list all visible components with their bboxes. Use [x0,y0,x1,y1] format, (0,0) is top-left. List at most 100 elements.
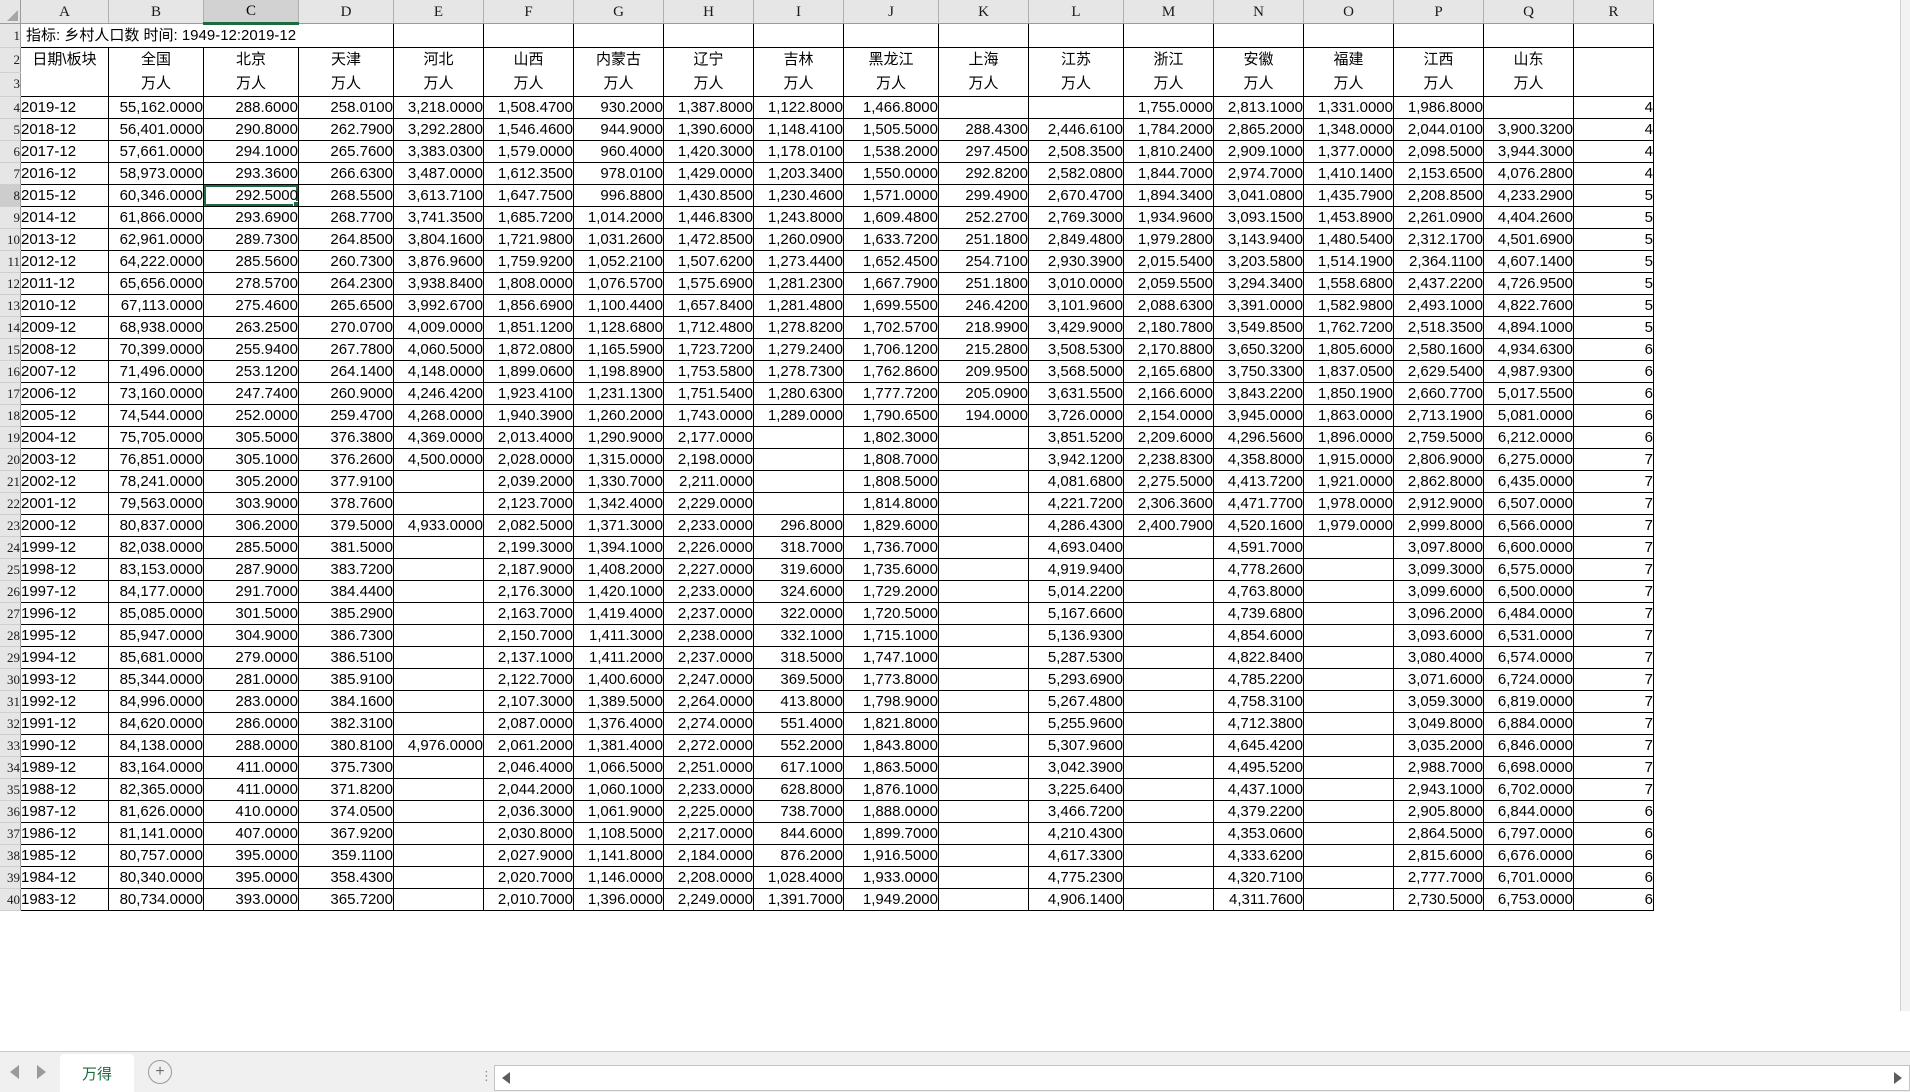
row-header-9[interactable]: 9 [0,206,21,229]
table-cell[interactable]: 3,741.3500 [393,206,484,229]
header-province-cell[interactable]: 全国 [108,47,204,72]
table-cell[interactable]: 6 [1573,382,1654,405]
table-cell[interactable]: 5,255.9600 [1028,712,1124,735]
table-cell[interactable]: 2,777.7000 [1393,866,1484,889]
table-cell[interactable]: 1,753.5800 [663,360,754,383]
table-cell[interactable]: 3,650.3200 [1213,338,1304,361]
table-cell[interactable]: 6,566.0000 [1483,514,1574,537]
table-cell[interactable]: 2,865.2000 [1213,118,1304,141]
table-cell[interactable]: 1995-12 [20,624,109,647]
table-row[interactable]: 12 2011-12 65,656.0000 278.5700 264.2300 3,93… [0,272,1654,295]
table-cell[interactable]: 6,753.0000 [1483,888,1574,911]
table-cell[interactable] [393,712,484,735]
table-cell[interactable]: 3,938.8400 [393,272,484,295]
table-cell[interactable]: 2,912.9000 [1393,492,1484,515]
table-cell[interactable]: 1,743.0000 [663,404,754,427]
table-cell[interactable]: 1,850.1900 [1303,382,1394,405]
table-cell[interactable]: 1,290.9000 [573,426,664,449]
table-cell[interactable] [393,558,484,581]
table-cell[interactable]: 6,797.0000 [1483,822,1574,845]
table-cell[interactable]: 1,986.8000 [1393,96,1484,119]
column-header-b[interactable]: B [108,0,204,24]
table-cell[interactable]: 6,484.0000 [1483,602,1574,625]
table-cell[interactable]: 6,574.0000 [1483,646,1574,669]
row-header-17[interactable]: 17 [0,382,21,405]
table-cell[interactable]: 1,031.2600 [573,228,664,251]
table-cell[interactable]: 2,015.5400 [1123,250,1214,273]
table-cell[interactable] [938,426,1029,449]
header-unit-cell[interactable]: 万人 [1213,72,1304,97]
empty-cell[interactable] [1123,23,1214,48]
table-cell[interactable]: 4,822.8400 [1213,646,1304,669]
table-cell[interactable]: 299.4900 [938,184,1029,207]
table-cell[interactable] [938,734,1029,757]
table-cell[interactable]: 365.7200 [298,888,394,911]
table-cell[interactable]: 3,726.0000 [1028,404,1124,427]
table-cell[interactable]: 294.1000 [203,140,299,163]
table-cell[interactable]: 80,340.0000 [108,866,204,889]
table-cell[interactable]: 2,580.1600 [1393,338,1484,361]
table-cell[interactable]: 57,661.0000 [108,140,204,163]
table-cell[interactable]: 3,049.8000 [1393,712,1484,735]
table-cell[interactable]: 75,705.0000 [108,426,204,449]
table-cell[interactable]: 2,199.3000 [483,536,574,559]
table-cell[interactable]: 1,633.7200 [843,228,939,251]
table-cell[interactable]: 1,165.5900 [573,338,664,361]
empty-cell[interactable] [938,23,1029,48]
table-cell[interactable]: 1,178.0100 [753,140,844,163]
table-cell[interactable] [938,646,1029,669]
table-cell[interactable]: 2,044.2000 [483,778,574,801]
table-cell[interactable]: 279.0000 [203,646,299,669]
table-cell[interactable]: 2,582.0800 [1028,162,1124,185]
table-cell[interactable]: 2004-12 [20,426,109,449]
table-cell[interactable]: 3,851.5200 [1028,426,1124,449]
table-cell[interactable]: 6,844.0000 [1483,800,1574,823]
table-cell[interactable]: 393.0000 [203,888,299,911]
table-cell[interactable]: 4,501.6900 [1483,228,1574,251]
table-cell[interactable] [1303,536,1394,559]
horizontal-scrollbar[interactable]: ⋮ [480,1065,1910,1091]
table-cell[interactable] [938,448,1029,471]
table-cell[interactable]: 264.2300 [298,272,394,295]
table-cell[interactable]: 81,626.0000 [108,800,204,823]
table-cell[interactable]: 4,076.2800 [1483,162,1574,185]
table-cell[interactable]: 1,466.8000 [843,96,939,119]
table-cell[interactable]: 1,715.1000 [843,624,939,647]
table-cell[interactable]: 4 [1573,162,1654,185]
table-cell[interactable]: 260.9000 [298,382,394,405]
table-cell[interactable]: 1,508.4700 [483,96,574,119]
table-cell[interactable]: 3,035.2000 [1393,734,1484,757]
row-header-29[interactable]: 29 [0,646,21,669]
column-header-q[interactable]: Q [1483,0,1574,24]
table-cell[interactable] [938,96,1029,119]
empty-cell[interactable] [393,23,484,48]
table-cell[interactable] [1303,558,1394,581]
table-cell[interactable]: 4,358.8000 [1213,448,1304,471]
table-cell[interactable]: 2,629.5400 [1393,360,1484,383]
row-header-27[interactable]: 27 [0,602,21,625]
table-cell[interactable] [1483,96,1574,119]
table-row[interactable]: 8 2015-12 60,346.0000 292.5000 268.5500 3,613… [0,184,1654,207]
table-cell[interactable]: 2010-12 [20,294,109,317]
row-header-28[interactable]: 28 [0,624,21,647]
table-cell[interactable]: 1,702.5700 [843,316,939,339]
header-unit-cell[interactable]: 万人 [1028,72,1124,97]
table-cell[interactable]: 4,369.0000 [393,426,484,449]
table-cell[interactable]: 3,041.0800 [1213,184,1304,207]
table-cell[interactable]: 2,153.6500 [1393,162,1484,185]
table-cell[interactable]: 1,837.0500 [1303,360,1394,383]
table-cell[interactable]: 3,429.9000 [1028,316,1124,339]
table-cell[interactable] [393,888,484,911]
table-row[interactable]: 18 2005-12 74,544.0000 252.0000 259.4700 4,26… [0,404,1654,427]
table-cell[interactable]: 1,014.2000 [573,206,664,229]
table-cell[interactable]: 6 [1573,822,1654,845]
table-cell[interactable]: 3,900.3200 [1483,118,1574,141]
table-cell[interactable] [1123,602,1214,625]
table-cell[interactable] [1303,580,1394,603]
table-cell[interactable]: 293.6900 [203,206,299,229]
table-cell[interactable]: 1,699.5500 [843,294,939,317]
empty-cell[interactable] [843,23,939,48]
row-header-21[interactable]: 21 [0,470,21,493]
table-cell[interactable]: 1,921.0000 [1303,470,1394,493]
table-cell[interactable]: 3,292.2800 [393,118,484,141]
